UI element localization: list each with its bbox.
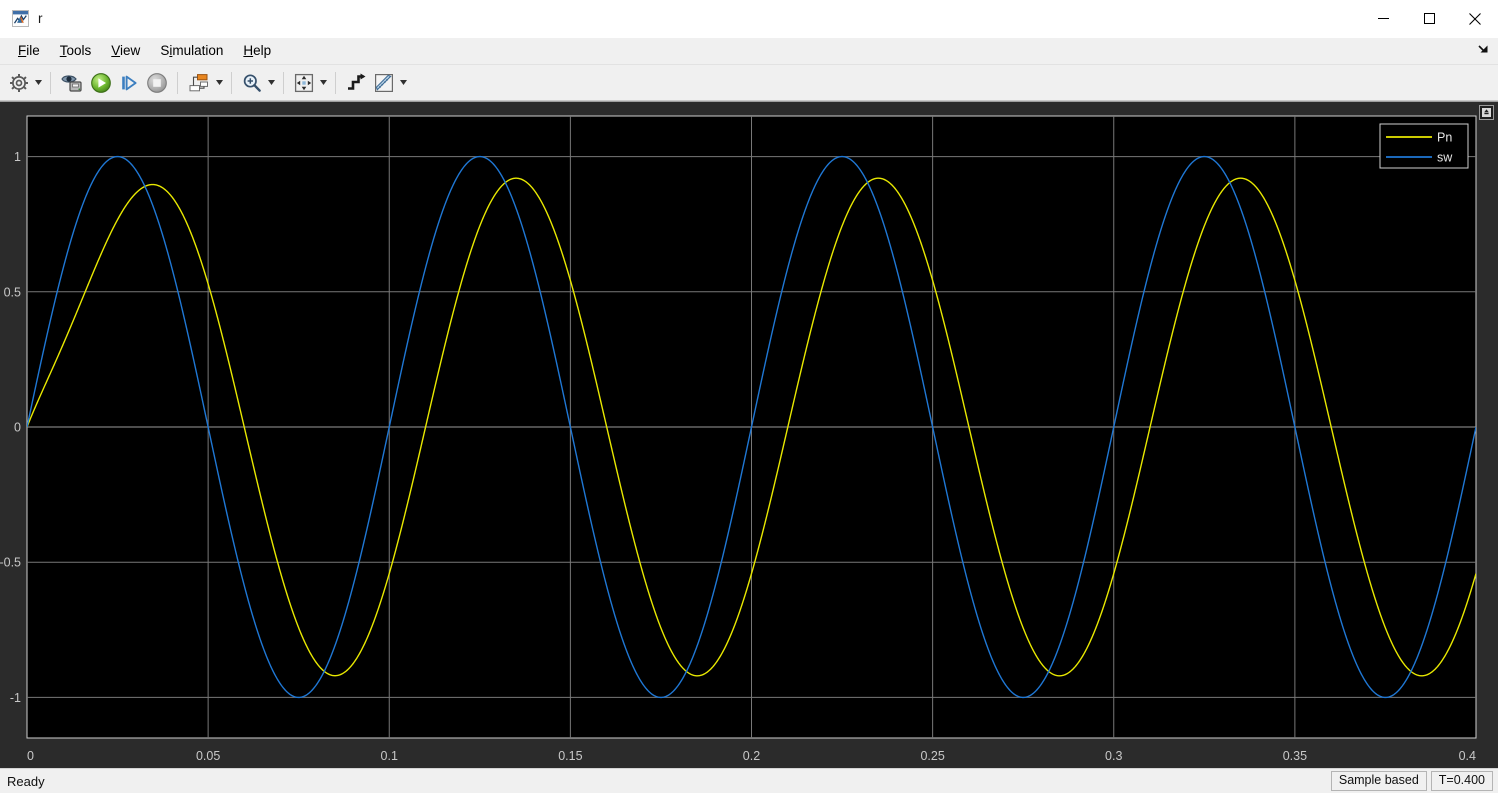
signal-selection-button[interactable] bbox=[184, 69, 214, 97]
chevron-down-icon bbox=[216, 80, 223, 85]
menu-help-label: elp bbox=[253, 43, 272, 58]
matlab-simulink-scope-icon bbox=[12, 10, 29, 27]
toolbar-separator bbox=[335, 71, 336, 94]
menu-file-label: ile bbox=[26, 43, 40, 58]
scope-window: r File Tools View Simulation Help 0 0.05… bbox=[0, 0, 1498, 793]
menu-file[interactable]: File bbox=[8, 40, 50, 62]
window-title: r bbox=[38, 11, 43, 26]
minimize-button[interactable] bbox=[1360, 0, 1406, 37]
print-button[interactable] bbox=[57, 69, 87, 97]
toolbar-separator bbox=[50, 71, 51, 94]
chevron-down-icon bbox=[35, 80, 42, 85]
gear-icon bbox=[10, 73, 28, 92]
play-icon bbox=[91, 72, 111, 93]
menu-simulation[interactable]: Simulation bbox=[150, 40, 233, 62]
menu-bar: File Tools View Simulation Help bbox=[0, 38, 1498, 65]
status-bar: Ready Sample based T=0.400 bbox=[0, 768, 1498, 793]
x-tick-label: 0.15 bbox=[558, 749, 582, 763]
autoscale-caret[interactable] bbox=[318, 69, 329, 97]
autoscale-arrows-icon bbox=[294, 73, 314, 92]
x-tick-label: 0 bbox=[27, 749, 34, 763]
x-tick-label: 0.35 bbox=[1283, 749, 1307, 763]
menu-view-label: iew bbox=[120, 43, 141, 58]
toolbar-separator bbox=[177, 71, 178, 94]
toolbar bbox=[0, 65, 1498, 101]
stop-icon bbox=[147, 72, 167, 93]
cursor-measurements-button[interactable] bbox=[370, 69, 398, 97]
configuration-properties-caret[interactable] bbox=[33, 69, 44, 97]
status-frame-mode: Sample based bbox=[1330, 771, 1427, 791]
chevron-down-icon bbox=[268, 80, 275, 85]
cursor-measurements-caret[interactable] bbox=[398, 69, 409, 97]
legend-box bbox=[1379, 123, 1469, 169]
autoscale-button[interactable] bbox=[290, 69, 318, 97]
status-time: T=0.400 bbox=[1430, 771, 1493, 791]
run-button[interactable] bbox=[87, 69, 115, 97]
magnifier-plus-icon bbox=[243, 73, 261, 92]
x-tick-label: 0.05 bbox=[196, 749, 220, 763]
chart-legend: Pn sw bbox=[1379, 123, 1469, 169]
menu-tools[interactable]: Tools bbox=[50, 40, 102, 62]
window-controls bbox=[1360, 0, 1498, 37]
toolbar-separator bbox=[231, 71, 232, 94]
stop-button[interactable] bbox=[143, 69, 171, 97]
signal-blocks-icon bbox=[189, 73, 208, 91]
collapse-arrow-icon[interactable] bbox=[1476, 43, 1490, 57]
print-preview-icon bbox=[61, 74, 82, 92]
x-tick-label: 0.2 bbox=[743, 749, 760, 763]
chevron-down-icon bbox=[400, 80, 407, 85]
menu-simulation-label: mulation bbox=[172, 43, 224, 58]
zoom-button[interactable] bbox=[238, 69, 266, 97]
status-message: Ready bbox=[7, 773, 45, 789]
chevron-down-icon bbox=[320, 80, 327, 85]
zoom-caret[interactable] bbox=[266, 69, 277, 97]
y-tick-label: 1 bbox=[14, 150, 21, 164]
status-right-group: Sample based T=0.400 bbox=[1330, 771, 1493, 791]
configuration-properties-button[interactable] bbox=[5, 69, 33, 97]
x-tick-label: 0.4 bbox=[1459, 749, 1476, 763]
trigger-button[interactable] bbox=[342, 69, 370, 97]
close-button[interactable] bbox=[1452, 0, 1498, 37]
y-tick-label: -0.5 bbox=[0, 556, 21, 570]
menu-tools-label: ools bbox=[66, 43, 92, 58]
y-tick-label: -1 bbox=[10, 691, 21, 705]
title-bar: r bbox=[0, 0, 1498, 38]
step-forward-icon bbox=[122, 75, 137, 90]
signal-selection-caret[interactable] bbox=[214, 69, 225, 97]
scope-plot-area[interactable]: 0 0.05 0.1 0.15 0.2 0.25 0.3 0.35 0.4 1 0.5 0 -0.5 -1… bbox=[0, 101, 1498, 768]
legend-label-sw: sw bbox=[1437, 151, 1453, 165]
x-tick-label: 0.25 bbox=[920, 749, 944, 763]
scroll-to-top-icon[interactable] bbox=[1479, 105, 1494, 120]
x-tick-label: 0.3 bbox=[1105, 749, 1122, 763]
trigger-step-icon bbox=[348, 73, 366, 90]
scope-chart[interactable]: 0 0.05 0.1 0.15 0.2 0.25 0.3 0.35 0.4 1 0.5 0 -0.5 -1… bbox=[0, 102, 1498, 768]
step-forward-button[interactable] bbox=[115, 69, 143, 97]
x-tick-label: 0.1 bbox=[381, 749, 398, 763]
y-tick-label: 0.5 bbox=[4, 285, 21, 299]
menu-help[interactable]: Help bbox=[233, 40, 281, 62]
toolbar-separator bbox=[283, 71, 284, 94]
ruler-icon bbox=[374, 73, 393, 92]
y-tick-label: 0 bbox=[14, 421, 21, 435]
legend-label-Pn: Pn bbox=[1437, 131, 1452, 145]
maximize-button[interactable] bbox=[1406, 0, 1452, 37]
menu-view[interactable]: View bbox=[101, 40, 150, 62]
